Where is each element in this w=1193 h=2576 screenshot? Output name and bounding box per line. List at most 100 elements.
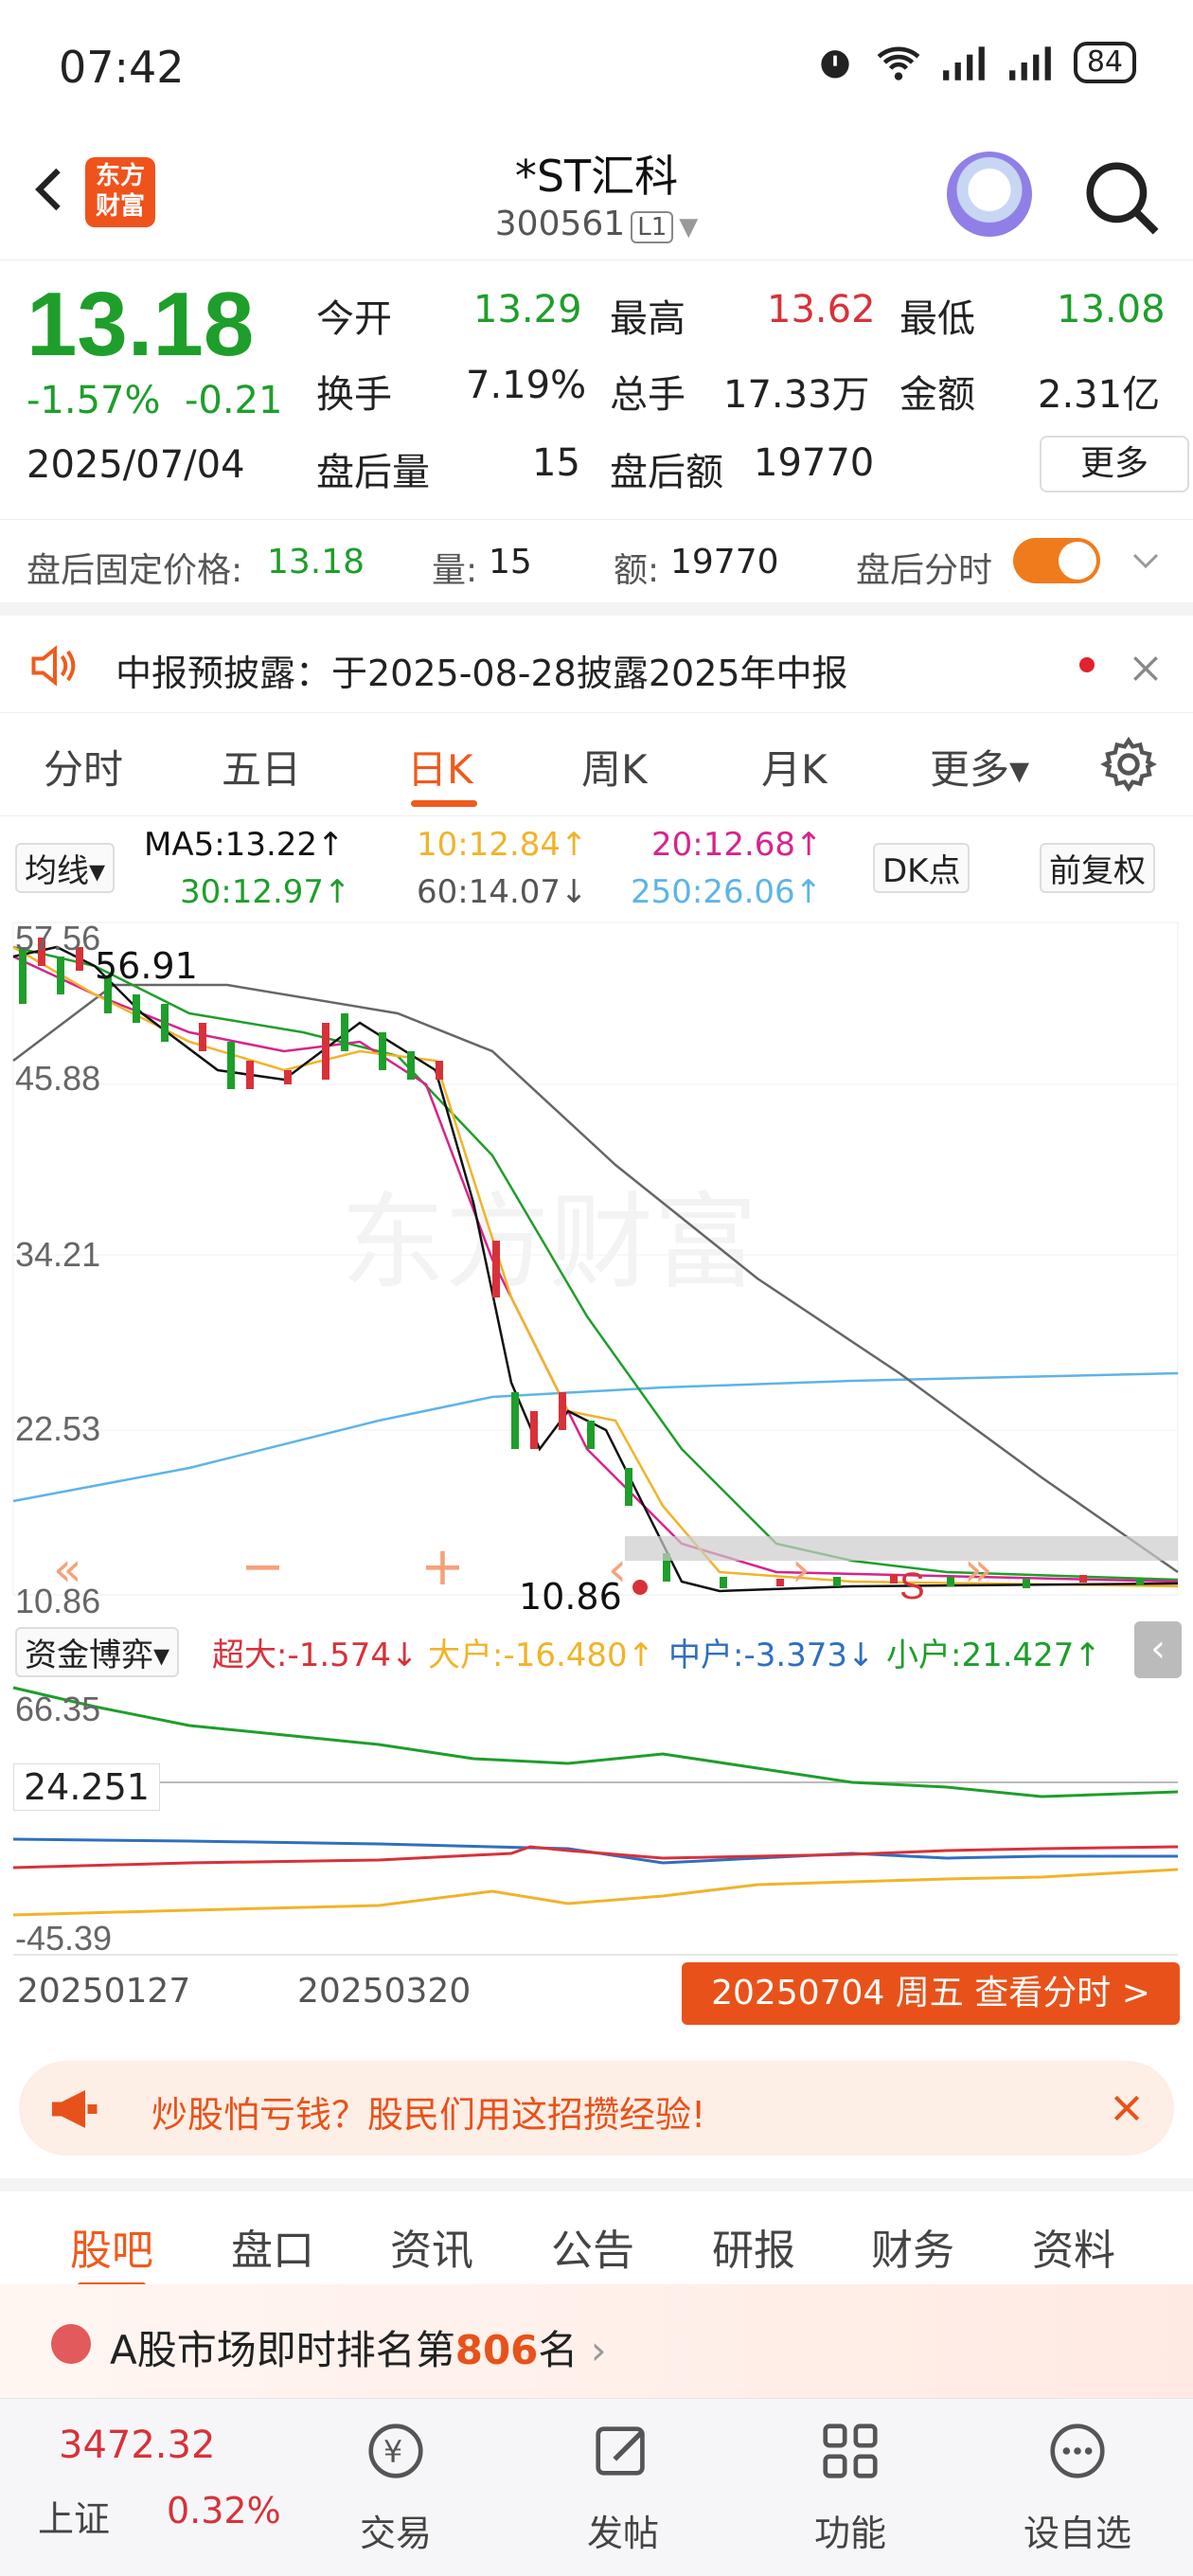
- tab-forum[interactable]: 股吧: [70, 2216, 153, 2277]
- low-label: 最低: [899, 297, 975, 341]
- next-icon[interactable]: ›: [792, 1542, 810, 1597]
- dk-point-button[interactable]: DK点: [873, 843, 970, 893]
- tab-profile[interactable]: 资料: [1032, 2216, 1115, 2277]
- notice-bar[interactable]: 中报预披露：于2025-08-28披露2025年中报: [0, 602, 1193, 712]
- grid-icon: [823, 2424, 878, 2478]
- scroll-right-icon[interactable]: »: [964, 1542, 993, 1597]
- funds-chart[interactable]: [0, 1678, 1193, 1962]
- change-percent: -1.57%: [27, 379, 161, 422]
- ma250-value: 250:26.06↑: [631, 873, 823, 911]
- megaphone-icon: [52, 2090, 98, 2128]
- svg-text:¥: ¥: [383, 2434, 402, 2470]
- low-value: 13.08: [1057, 288, 1166, 331]
- view-timeshare-button[interactable]: 20250704 周五 查看分时 >: [682, 1962, 1180, 2025]
- zoom-out-icon[interactable]: −: [240, 1536, 285, 1598]
- bottom-navigation: 3472.32 上证 0.32% ¥ 交易 发帖 功能 设自选: [0, 2398, 1193, 2576]
- adjust-button[interactable]: 前复权: [1040, 843, 1155, 893]
- tab-timeshare[interactable]: 分时: [44, 738, 123, 796]
- ma-selector[interactable]: 均线▾: [15, 843, 116, 893]
- after-amt-label: 额:: [614, 551, 660, 590]
- change-amount: -0.21: [184, 379, 283, 422]
- tab-monthly-k[interactable]: 月K: [761, 738, 828, 796]
- nav-trade[interactable]: ¥ 交易: [311, 2418, 481, 2556]
- current-price: 13.18: [27, 274, 255, 375]
- funds-super: 超大:-1.574↓: [212, 1637, 418, 1674]
- ma5-value: MA5:13.22↑: [144, 826, 345, 864]
- prev-icon[interactable]: ‹: [608, 1542, 627, 1597]
- tab-finance[interactable]: 财务: [871, 2216, 954, 2277]
- kline-axis-1: 45.88: [15, 1059, 101, 1098]
- tab-five-day[interactable]: 五日: [222, 738, 301, 796]
- status-bar: 07:42 84: [0, 0, 1193, 133]
- after-hours-toggle[interactable]: [1013, 538, 1100, 583]
- after-amount-label: 盘后额: [610, 451, 723, 494]
- low-marker-dot: [632, 1580, 648, 1595]
- tab-research[interactable]: 研报: [712, 2216, 795, 2277]
- more-dots-icon: [1050, 2424, 1105, 2478]
- open-value: 13.29: [473, 288, 582, 331]
- zoom-in-icon[interactable]: +: [420, 1536, 465, 1598]
- ma30-value: 30:12.97↑: [180, 873, 351, 911]
- assistant-robot-icon[interactable]: [947, 152, 1032, 237]
- tab-more[interactable]: 更多▾: [930, 738, 1029, 796]
- funds-axis-bottom: -45.39: [15, 1919, 113, 1958]
- promo-banner[interactable]: 炒股怕亏钱？股民们用这招攒经验!: [19, 2061, 1174, 2156]
- nav-post[interactable]: 发帖: [538, 2418, 708, 2556]
- rank-chart-icon: [51, 2324, 91, 2364]
- market-rank-banner[interactable]: A股市场即时排名第806名 ›: [0, 2284, 1193, 2398]
- funds-current-value: 24.251: [13, 1763, 160, 1811]
- rank-chevron-icon: ›: [590, 2327, 607, 2373]
- more-quote-button[interactable]: 更多: [1040, 436, 1189, 492]
- after-price-label: 盘后固定价格:: [27, 551, 243, 590]
- scroll-left-icon[interactable]: «: [53, 1542, 82, 1597]
- after-hours-timeshare-label: 盘后分时: [856, 551, 993, 590]
- tab-orderbook[interactable]: 盘口: [231, 2216, 314, 2277]
- rank-number: 806: [454, 2327, 539, 2373]
- kline-axis-2: 34.21: [15, 1235, 101, 1274]
- funds-mid: 中户:-3.373↓: [668, 1637, 875, 1674]
- collapse-panel-icon[interactable]: ‹: [1134, 1621, 1182, 1678]
- stock-name: *ST汇科: [514, 151, 679, 202]
- tab-announcements[interactable]: 公告: [551, 2216, 634, 2277]
- tab-news[interactable]: 资讯: [390, 2216, 473, 2277]
- funds-selector[interactable]: 资金博弈▾: [15, 1627, 180, 1677]
- chevron-down-icon[interactable]: [1127, 544, 1165, 578]
- promo-text: 炒股怕亏钱？股民们用这招攒经验!: [151, 2094, 706, 2136]
- notice-text: 中报预披露：于2025-08-28披露2025年中报: [116, 653, 848, 694]
- low-price-marker: 10.86: [519, 1576, 622, 1618]
- index-name: 上证: [38, 2498, 111, 2540]
- nav-functions[interactable]: 功能: [765, 2418, 935, 2556]
- signal-s-marker: S: [899, 1565, 925, 1607]
- index-percent: 0.32%: [167, 2490, 281, 2531]
- quote-date: 2025/07/04: [27, 443, 245, 487]
- nav-trade-label: 交易: [359, 2513, 432, 2554]
- nav-post-label: 发帖: [586, 2513, 659, 2554]
- index-value[interactable]: 3472.32: [59, 2424, 215, 2467]
- rank-text: A股市场即时排名第806名 ›: [110, 2318, 607, 2376]
- after-volume-value: 15: [532, 441, 580, 485]
- nav-watchlist[interactable]: 设自选: [992, 2418, 1163, 2556]
- after-amount-value: 19770: [754, 441, 875, 485]
- date-label-1: 20250127: [17, 1972, 191, 2011]
- edit-icon: [596, 2426, 645, 2476]
- signal-icon: [942, 46, 985, 80]
- volume-value: 17.33万: [723, 373, 870, 417]
- close-promo-icon[interactable]: [1108, 2089, 1146, 2127]
- close-icon[interactable]: [1127, 650, 1165, 688]
- tab-weekly-k[interactable]: 周K: [581, 738, 648, 796]
- rank-prefix: A股市场即时排名第: [110, 2327, 455, 2373]
- back-arrow-icon[interactable]: [23, 161, 80, 218]
- ma20-value: 20:12.68↑: [651, 826, 823, 864]
- kline-axis-3: 22.53: [15, 1409, 101, 1448]
- search-icon[interactable]: [1079, 155, 1165, 241]
- kline-chart[interactable]: 东方财富 S: [0, 919, 1193, 1629]
- speaker-icon: [31, 645, 76, 687]
- settings-gear-icon[interactable]: [1098, 734, 1159, 795]
- content-tabs: 股吧 盘口 资讯 公告 研报 财务 资料: [0, 2178, 1193, 2288]
- tab-daily-k[interactable]: 日K: [407, 738, 473, 796]
- nav-functions-label: 功能: [813, 2513, 886, 2554]
- stock-code[interactable]: 300561 L1 ▼: [407, 205, 786, 243]
- status-icons: 84: [814, 42, 1136, 83]
- trade-icon: ¥: [368, 2424, 423, 2478]
- price-change: -1.57% -0.21: [27, 379, 282, 422]
